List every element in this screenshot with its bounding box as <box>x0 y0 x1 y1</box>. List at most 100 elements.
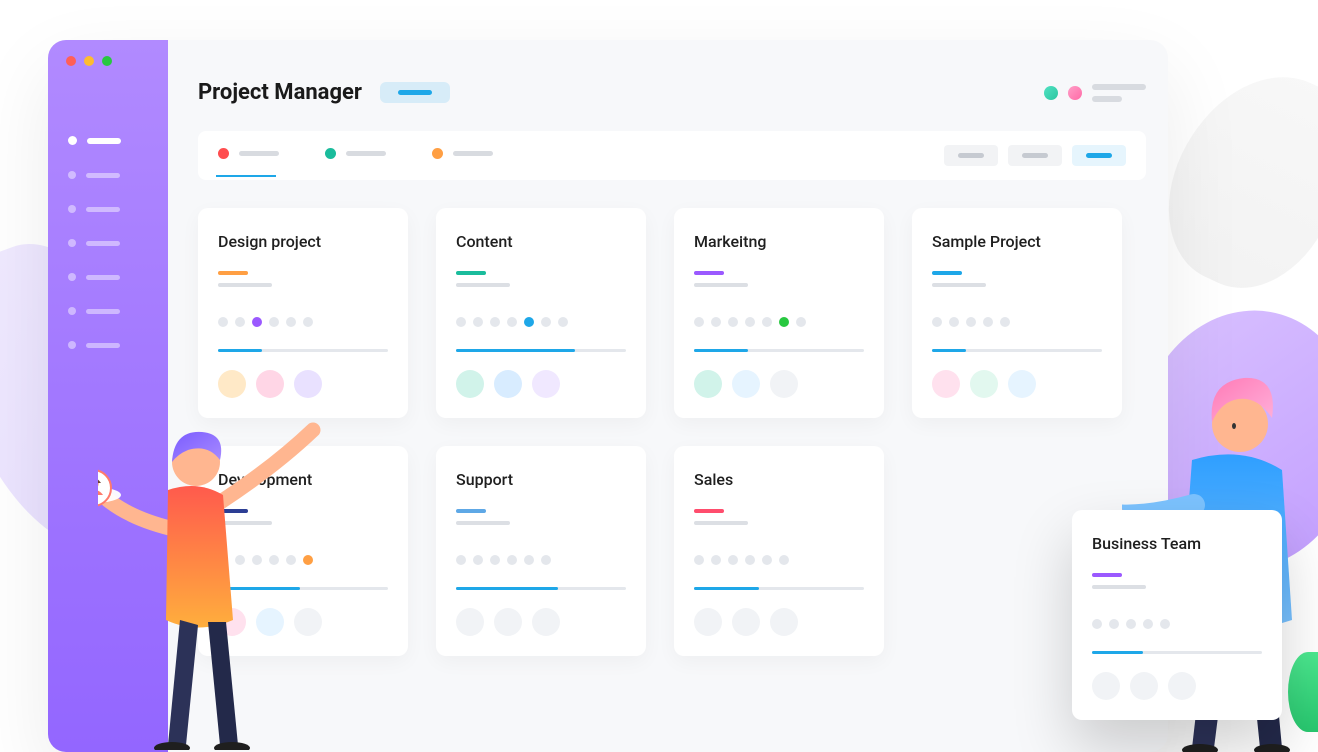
sidebar-item-0[interactable] <box>68 136 168 145</box>
progress-fill <box>1092 651 1143 654</box>
avatar-circle <box>1130 672 1158 700</box>
sidebar-item-3[interactable] <box>68 239 168 247</box>
progress-fill <box>694 349 748 352</box>
card-title: Sales <box>694 470 864 489</box>
card-avatar-row <box>456 608 626 636</box>
project-grid: Design projectContentMarkeitng Sample Pro… <box>198 208 1146 656</box>
card-dot <box>779 317 789 327</box>
tab-dot-icon <box>218 148 229 159</box>
avatar-circle <box>256 370 284 398</box>
card-dot-row <box>218 317 388 327</box>
card-dot <box>1092 619 1102 629</box>
placeholder-line <box>86 173 120 178</box>
card-dot <box>1000 317 1010 327</box>
page-title: Project Manager <box>198 80 362 105</box>
project-card-0[interactable]: Design project <box>198 208 408 418</box>
sidebar-item-5[interactable] <box>68 307 168 315</box>
sidebar-item-4[interactable] <box>68 273 168 281</box>
card-dot <box>932 317 942 327</box>
placeholder-line <box>346 151 386 156</box>
placeholder-line <box>218 283 272 287</box>
card-dot <box>524 555 534 565</box>
card-accent-bar <box>932 271 962 275</box>
progress-bar <box>694 349 864 352</box>
avatar-circle <box>456 370 484 398</box>
dot-icon <box>68 341 76 349</box>
status-dot-icon <box>1044 86 1058 100</box>
card-accent-bar <box>218 271 248 275</box>
tab-action-button-0[interactable] <box>944 145 998 166</box>
project-card-6[interactable]: Sales <box>674 446 884 656</box>
card-dot <box>541 317 551 327</box>
card-dot <box>728 317 738 327</box>
sidebar-item-1[interactable] <box>68 171 168 179</box>
placeholder-line <box>87 138 121 144</box>
card-accent-bar <box>456 271 486 275</box>
card-dot <box>762 317 772 327</box>
main-content: Project Manager <box>198 80 1146 752</box>
card-avatar-row <box>218 370 388 398</box>
card-dot <box>303 317 313 327</box>
card-dot <box>762 555 772 565</box>
progress-fill <box>694 587 759 590</box>
card-dot <box>796 317 806 327</box>
placeholder-line <box>86 207 120 212</box>
card-dot <box>524 317 534 327</box>
avatar-circle <box>532 370 560 398</box>
header-action-pill[interactable] <box>380 82 450 103</box>
window-maximize-button[interactable] <box>102 56 112 66</box>
card-dot-row <box>694 555 864 565</box>
card-dot-row <box>456 317 626 327</box>
dot-icon <box>68 205 76 213</box>
project-card-5[interactable]: Support <box>436 446 646 656</box>
progress-fill <box>456 349 575 352</box>
card-dot <box>235 317 245 327</box>
project-card-3[interactable]: Sample Project <box>912 208 1122 418</box>
avatar-circle <box>1008 370 1036 398</box>
card-dot <box>269 317 279 327</box>
sidebar-item-2[interactable] <box>68 205 168 213</box>
placeholder-line <box>1092 96 1122 102</box>
card-accent-bar <box>1092 573 1122 577</box>
card-dot <box>1109 619 1119 629</box>
window-minimize-button[interactable] <box>84 56 94 66</box>
card-dot <box>507 317 517 327</box>
card-dot <box>456 317 466 327</box>
placeholder-line <box>86 343 120 348</box>
placeholder-line <box>86 241 120 246</box>
window-close-button[interactable] <box>66 56 76 66</box>
tab-2[interactable] <box>432 148 493 163</box>
tab-0[interactable] <box>218 148 279 163</box>
project-card-2[interactable]: Markeitng <box>674 208 884 418</box>
placeholder-line <box>86 309 120 314</box>
tab-action-button-1[interactable] <box>1008 145 1062 166</box>
placeholder-line <box>958 153 984 158</box>
avatar-icon[interactable] <box>1068 86 1082 100</box>
card-dot <box>456 555 466 565</box>
page-header: Project Manager <box>198 80 1146 105</box>
card-dot <box>286 317 296 327</box>
card-dot <box>711 555 721 565</box>
tab-1[interactable] <box>325 148 386 163</box>
avatar-circle <box>694 370 722 398</box>
progress-bar <box>456 587 626 590</box>
tab-dot-icon <box>325 148 336 159</box>
progress-bar <box>694 587 864 590</box>
tab-dot-icon <box>432 148 443 159</box>
project-card-1[interactable]: Content <box>436 208 646 418</box>
person-left-illustration <box>98 410 338 750</box>
card-accent-bar <box>694 271 724 275</box>
card-avatar-row <box>694 370 864 398</box>
card-accent-bar <box>456 509 486 513</box>
card-dot <box>490 555 500 565</box>
avatar-circle <box>770 370 798 398</box>
card-title: Sample Project <box>932 232 1102 251</box>
tab-action-button-2[interactable] <box>1072 145 1126 166</box>
sidebar-item-6[interactable] <box>68 341 168 349</box>
progress-bar <box>218 349 388 352</box>
placeholder-line <box>453 151 493 156</box>
floating-project-card[interactable]: Business Team <box>1072 510 1282 720</box>
tab-bar <box>198 131 1146 180</box>
window-controls <box>48 56 168 66</box>
card-title: Business Team <box>1092 534 1262 553</box>
